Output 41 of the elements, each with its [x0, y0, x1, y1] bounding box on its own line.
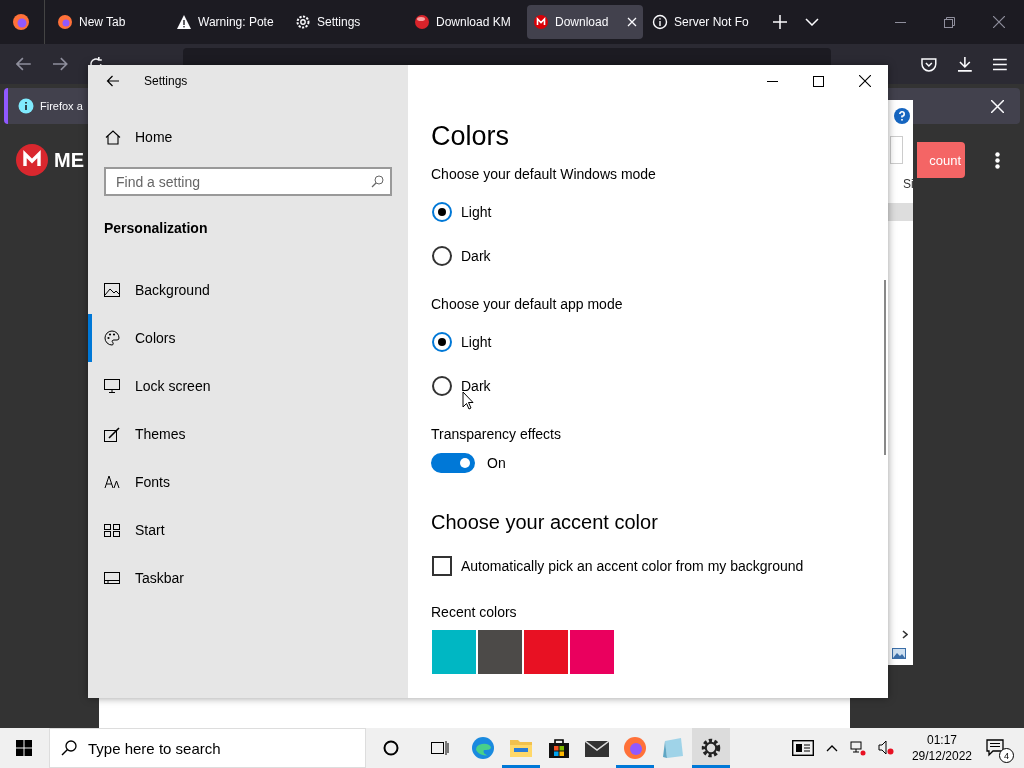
setting-label: Recent colors: [431, 604, 518, 620]
nav-item[interactable]: Fonts: [88, 458, 408, 506]
group-label: Choose your default Windows mode: [431, 166, 657, 182]
tab-title: Settings: [317, 15, 362, 29]
browser-tab[interactable]: Download: [527, 5, 643, 39]
tab-title: Server Not Fo: [674, 15, 750, 29]
nav-item[interactable]: Lock screen: [88, 362, 408, 410]
nav-item[interactable]: Taskbar: [88, 554, 408, 602]
radio-option[interactable]: Light: [431, 190, 496, 234]
radio-option[interactable]: Dark: [431, 364, 495, 408]
browser-tab[interactable]: Settings: [289, 5, 405, 39]
logo-text: ME: [54, 148, 84, 172]
tab-title: New Tab: [79, 15, 127, 29]
nav-item[interactable]: Start: [88, 506, 408, 554]
radio-option[interactable]: Dark: [431, 234, 495, 278]
toggle-state: On: [487, 455, 506, 471]
tab-title: Download KM: [436, 15, 512, 29]
column-header: Si: [903, 177, 914, 191]
checkbox-option[interactable]: Automatically pick an accent color from my background: [431, 556, 804, 576]
clock-time[interactable]: 01:17: [926, 732, 957, 748]
home-nav-item[interactable]: Home: [88, 117, 408, 157]
page-heading: Colors: [431, 121, 511, 152]
notification-text: Firefox a: [40, 100, 83, 112]
browser-tab[interactable]: New Tab: [51, 5, 167, 39]
group-label: Choose your default app mode: [431, 296, 624, 312]
radio-option[interactable]: Light: [431, 320, 496, 364]
clock-date[interactable]: 29/12/2022: [911, 748, 972, 764]
tab-title: Download: [555, 15, 610, 29]
notification-count-badge: 4: [999, 748, 1014, 763]
browser-tab[interactable]: Warning: Pote: [170, 5, 286, 39]
section-heading: Choose your accent color: [431, 511, 659, 534]
window-title: Settings: [144, 74, 188, 88]
search-field[interactable]: Find a setting: [104, 167, 392, 196]
setting-label: Transparency effects: [431, 426, 562, 442]
section-heading: Personalization: [103, 219, 209, 238]
nav-item[interactable]: Background: [88, 266, 408, 314]
browser-tab[interactable]: Download KM: [408, 5, 524, 39]
taskbar-search-field[interactable]: Type here to search: [49, 728, 366, 768]
nav-item[interactable]: Themes: [88, 410, 408, 458]
browser-tab[interactable]: Server Not Fo: [646, 5, 762, 39]
tab-title: Warning: Pote: [198, 15, 275, 29]
